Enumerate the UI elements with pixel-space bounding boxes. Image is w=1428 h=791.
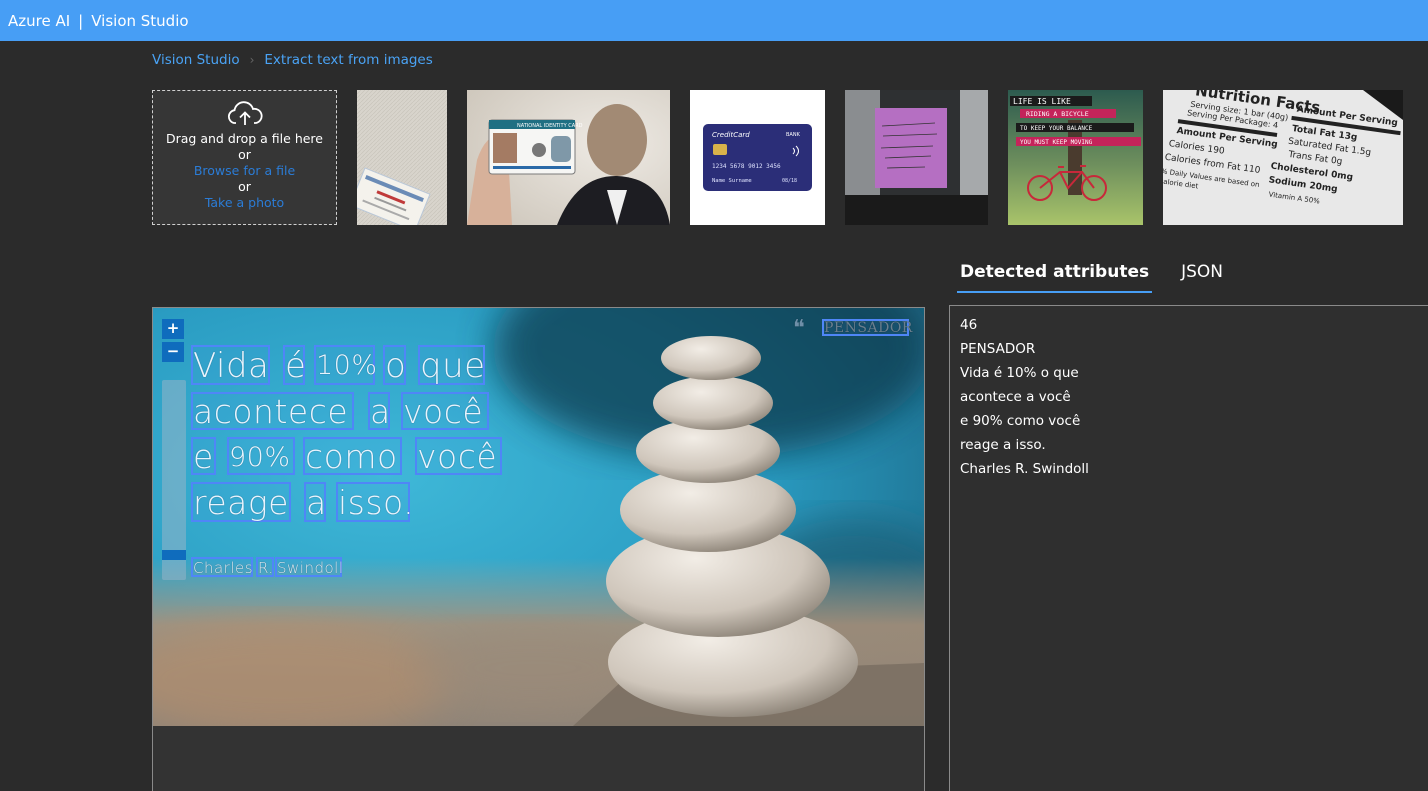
word-pensador: PENSADOR <box>824 320 913 336</box>
identity-card-image: NATIONAL IDENTITY CARD <box>467 90 670 225</box>
result-line: Vida é 10% o que <box>960 365 1079 381</box>
ocr-word: acontece <box>193 392 349 431</box>
ocr-word: é <box>285 346 307 386</box>
drag-drop-text: Drag and drop a file here <box>166 131 323 146</box>
tab-detected-attributes[interactable]: Detected attributes <box>957 258 1153 293</box>
bicycle-line-1: LIFE IS LIKE <box>1013 97 1071 106</box>
sample-sticky-note[interactable] <box>845 90 988 225</box>
ocr-word: reage <box>193 483 289 522</box>
ocr-word: e <box>193 437 214 476</box>
browse-file-link[interactable]: Browse for a file <box>153 163 336 179</box>
credit-card-name: Name Surname <box>712 178 752 184</box>
word-bbox[interactable]: o <box>383 345 407 386</box>
cloud-upload-icon <box>227 101 263 125</box>
breadcrumb-extract-text[interactable]: Extract text from images <box>264 52 432 68</box>
zoom-slider-handle[interactable] <box>162 550 186 560</box>
bicycle-line-3: TO KEEP YOUR BALANCE <box>1020 125 1093 132</box>
word-bbox[interactable]: Swindoll <box>275 557 344 577</box>
word-bbox[interactable]: isso. <box>336 482 414 522</box>
zoom-out-button[interactable]: − <box>162 342 184 362</box>
credit-card-number: 1234 5678 9012 3456 <box>712 163 781 170</box>
ocr-word: você <box>403 392 484 431</box>
breadcrumb: Vision Studio › Extract text from images <box>152 52 433 68</box>
chevron-right-icon: › <box>249 53 255 67</box>
word-bbox[interactable]: a <box>304 482 326 522</box>
ocr-word: R. <box>258 559 274 577</box>
ocr-word: o <box>385 346 407 386</box>
credit-card-image: CreditCard BANK 1234 5678 9012 3456 Name… <box>703 124 812 191</box>
ocr-word: você <box>417 437 498 476</box>
sample-identity-card[interactable]: NATIONAL IDENTITY CARD <box>467 90 670 225</box>
word-bbox[interactable]: você <box>415 437 502 476</box>
result-line: PENSADOR <box>960 341 1036 357</box>
credit-card-bank: BANK <box>786 132 801 138</box>
ocr-word: a <box>306 483 327 522</box>
header-separator: | <box>78 11 84 30</box>
word-bbox[interactable]: como <box>303 437 402 476</box>
nutrition-label-image: Nutrition Facts Serving size: 1 bar (40g… <box>1163 90 1403 225</box>
word-bbox[interactable]: 10% <box>314 345 378 385</box>
word-bbox[interactable]: e <box>191 437 216 476</box>
breadcrumb-vision-studio[interactable]: Vision Studio <box>152 52 240 68</box>
word-bbox[interactable]: acontece <box>191 392 354 431</box>
detected-attributes-panel: 46 PENSADOR Vida é 10% o que acontece a … <box>949 305 1428 791</box>
or-text-1: or <box>238 147 251 162</box>
sample-credit-card[interactable]: CreditCard BANK 1234 5678 9012 3456 Name… <box>690 90 825 225</box>
ocr-word: 90% <box>229 442 291 473</box>
product-label[interactable]: Vision Studio <box>91 12 188 30</box>
word-bbox[interactable]: 90% <box>227 437 295 475</box>
bicycle-line-2: RIDING A BICYCLE <box>1026 110 1089 118</box>
result-line: acontece a você <box>960 389 1071 405</box>
word-bbox[interactable]: R. <box>256 557 274 577</box>
bicycle-line-4: YOU MUST KEEP MOVING <box>1020 139 1093 146</box>
credit-card-expiry: 08/18 <box>782 178 797 184</box>
ocr-word: Swindoll <box>277 559 344 577</box>
result-line: 46 <box>960 317 978 333</box>
result-line: e 90% como você <box>960 413 1081 429</box>
results-tabs: Detected attributes JSON <box>957 258 1252 293</box>
brand-label: Azure AI <box>8 11 71 30</box>
ocr-word: como <box>305 437 398 476</box>
tab-json[interactable]: JSON <box>1178 258 1226 293</box>
zoom-in-button[interactable]: + <box>162 319 184 339</box>
result-line: Charles R. Swindoll <box>960 461 1089 477</box>
id-card-title: NATIONAL IDENTITY CARD <box>517 123 583 129</box>
word-bbox[interactable]: que <box>418 345 486 386</box>
analyzed-image: ❝ PENSADOR Vida é 10% o que acontece a v… <box>153 308 924 726</box>
app-header: Azure AI | Vision Studio <box>0 0 1428 41</box>
word-bbox[interactable]: é <box>283 345 307 386</box>
take-photo-link[interactable]: Take a photo <box>153 195 336 211</box>
ocr-word: Charles <box>193 559 254 577</box>
or-text-2: or <box>238 179 251 194</box>
pensador-quote-icon: ❝ <box>793 316 806 341</box>
zoom-slider[interactable] <box>162 380 186 580</box>
sticky-note-image <box>845 90 988 225</box>
sample-nutrition-label[interactable]: Nutrition Facts Serving size: 1 bar (40g… <box>1163 90 1403 225</box>
ocr-word: isso. <box>338 483 415 522</box>
word-bbox-pensador[interactable]: PENSADOR <box>822 319 912 336</box>
file-dropzone[interactable]: Drag and drop a file here or Browse for … <box>152 90 337 225</box>
result-line: reage a isso. <box>960 437 1046 453</box>
sample-bicycle-poster[interactable]: LIFE IS LIKE RIDING A BICYCLE TO KEEP YO… <box>1008 90 1143 225</box>
ocr-word: que <box>420 346 486 386</box>
word-bbox[interactable]: reage <box>191 482 291 522</box>
word-bbox[interactable]: você <box>401 392 489 431</box>
credit-card-title: CreditCard <box>712 131 750 139</box>
ocr-word: Vida <box>193 346 270 386</box>
sample-social-security-card[interactable] <box>357 90 447 225</box>
social-security-card-image <box>357 90 447 225</box>
ocr-word: 10% <box>316 350 378 381</box>
word-bbox[interactable]: a <box>368 392 391 431</box>
image-viewer: ❝ PENSADOR Vida é 10% o que acontece a v… <box>152 307 925 791</box>
bicycle-poster-image: LIFE IS LIKE RIDING A BICYCLE TO KEEP YO… <box>1008 90 1143 225</box>
word-bbox[interactable]: Charles <box>191 557 253 577</box>
ocr-word: a <box>370 392 391 431</box>
word-bbox[interactable]: Vida <box>191 345 270 386</box>
